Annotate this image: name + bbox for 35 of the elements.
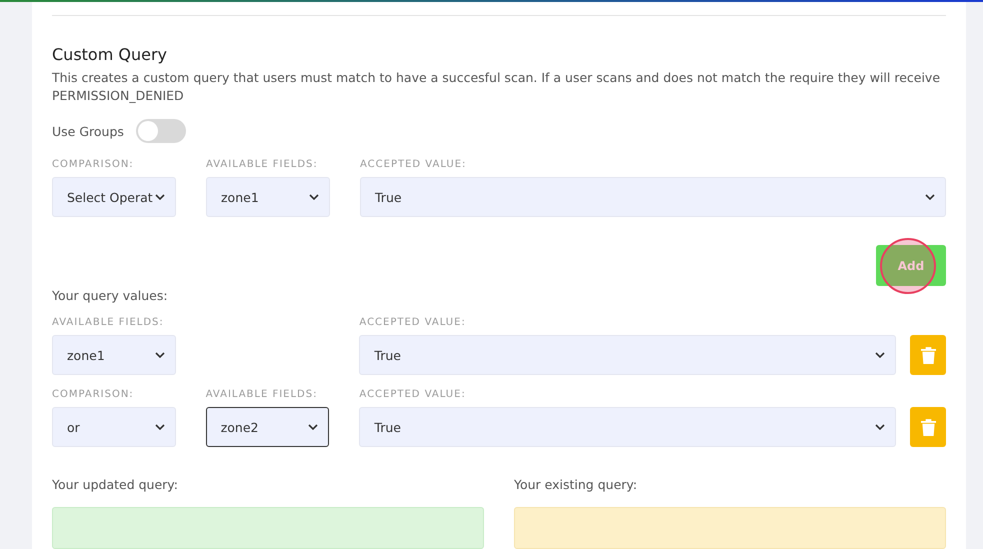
chevron-icon [155, 194, 165, 200]
updated-query-label: Your updated query: [52, 477, 179, 492]
existing-query-label: Your existing query: [514, 477, 638, 492]
select-field[interactable]: zone1 [52, 335, 176, 375]
field-label: ACCEPTED VALUE: [359, 317, 467, 328]
chevron-icon [875, 352, 886, 358]
trash-icon [920, 418, 936, 436]
select-field[interactable]: True [360, 177, 946, 217]
trash-icon [920, 346, 936, 364]
select-field[interactable]: or [52, 407, 176, 447]
field-label: ACCEPTED VALUE: [360, 159, 468, 170]
query-values-title: Your query values: [52, 288, 169, 303]
chevron-icon [308, 424, 318, 430]
delete-button[interactable] [910, 407, 946, 447]
select-field[interactable]: zone2 [206, 407, 330, 447]
field-label: COMPARISON: [52, 389, 135, 400]
section-title: Custom Query [52, 45, 168, 66]
field-label: AVAILABLE FIELDS: [52, 317, 165, 328]
select-field[interactable]: Select Operat [52, 177, 176, 217]
chevron-icon [154, 424, 165, 430]
chevron-icon [309, 194, 319, 200]
field-label: AVAILABLE FIELDS: [206, 389, 318, 400]
chevron-icon [875, 424, 886, 430]
toggle-label: Use Groups [52, 124, 124, 138]
toggle-switch[interactable] [136, 119, 186, 143]
field-label: ACCEPTED VALUE: [359, 389, 467, 400]
section-description: This creates a custom query that users must match to have a succesful scan. If a user scans and does not match the require they will receive PERMISSION_DENIED [52, 69, 942, 105]
select-field[interactable]: True [359, 335, 896, 375]
chevron-icon [154, 352, 165, 358]
field-label: AVAILABLE FIELDS: [206, 159, 319, 170]
delete-button[interactable] [910, 335, 946, 375]
field-label: COMPARISON: [52, 159, 135, 170]
select-field[interactable]: True [359, 407, 896, 447]
chevron-icon [925, 194, 935, 200]
select-field[interactable]: zone1 [206, 177, 330, 217]
